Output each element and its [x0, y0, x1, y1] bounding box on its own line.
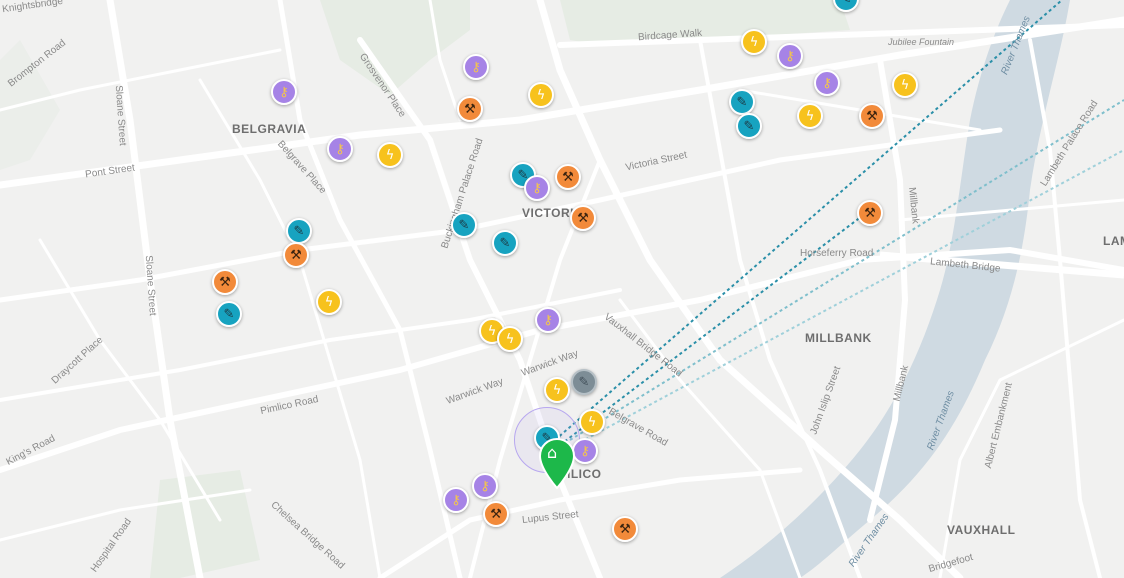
tool-icon[interactable]: ✎ — [571, 369, 597, 395]
lightning-bolt-icon[interactable]: ϟ — [741, 29, 767, 55]
key-icon[interactable]: ⚷ — [524, 175, 550, 201]
hammer-wrench-icon[interactable]: ⚒ — [570, 205, 596, 231]
wrench-icon[interactable]: ✎ — [492, 230, 518, 256]
lightning-bolt-icon[interactable]: ϟ — [544, 377, 570, 403]
hammer-wrench-icon[interactable]: ⚒ — [859, 103, 885, 129]
hammer-wrench-icon[interactable]: ⚒ — [857, 200, 883, 226]
key-icon[interactable]: ⚷ — [463, 54, 489, 80]
lightning-bolt-icon[interactable]: ϟ — [528, 82, 554, 108]
house-icon: ⌂ — [547, 443, 558, 462]
hammer-wrench-icon[interactable]: ⚒ — [283, 242, 309, 268]
wrench-icon[interactable]: ✎ — [286, 218, 312, 244]
wrench-icon[interactable]: ✎ — [729, 89, 755, 115]
map-basemap — [0, 0, 1124, 578]
key-icon[interactable]: ⚷ — [472, 473, 498, 499]
lightning-bolt-icon[interactable]: ϟ — [579, 409, 605, 435]
hammer-wrench-icon[interactable]: ⚒ — [457, 96, 483, 122]
wrench-icon[interactable]: ✎ — [736, 113, 762, 139]
hammer-wrench-icon[interactable]: ⚒ — [555, 164, 581, 190]
key-icon[interactable]: ⚷ — [443, 487, 469, 513]
key-icon[interactable]: ⚷ — [271, 79, 297, 105]
wrench-icon[interactable]: ✎ — [216, 301, 242, 327]
key-icon[interactable]: ⚷ — [327, 136, 353, 162]
hammer-wrench-icon[interactable]: ⚒ — [483, 501, 509, 527]
key-icon[interactable]: ⚷ — [777, 43, 803, 69]
map-view[interactable]: BELGRAVIA VICTORIA MILLBANK PIMLICO VAUX… — [0, 0, 1124, 578]
wrench-icon[interactable]: ✎ — [451, 212, 477, 238]
lightning-bolt-icon[interactable]: ϟ — [892, 72, 918, 98]
lightning-bolt-icon[interactable]: ϟ — [377, 142, 403, 168]
home-location-pin[interactable]: ⌂ — [537, 437, 577, 490]
lightning-bolt-icon[interactable]: ϟ — [497, 326, 523, 352]
lightning-bolt-icon[interactable]: ϟ — [316, 289, 342, 315]
lightning-bolt-icon[interactable]: ϟ — [797, 103, 823, 129]
hammer-wrench-icon[interactable]: ⚒ — [612, 516, 638, 542]
key-icon[interactable]: ⚷ — [814, 70, 840, 96]
hammer-wrench-icon[interactable]: ⚒ — [212, 269, 238, 295]
key-icon[interactable]: ⚷ — [535, 307, 561, 333]
